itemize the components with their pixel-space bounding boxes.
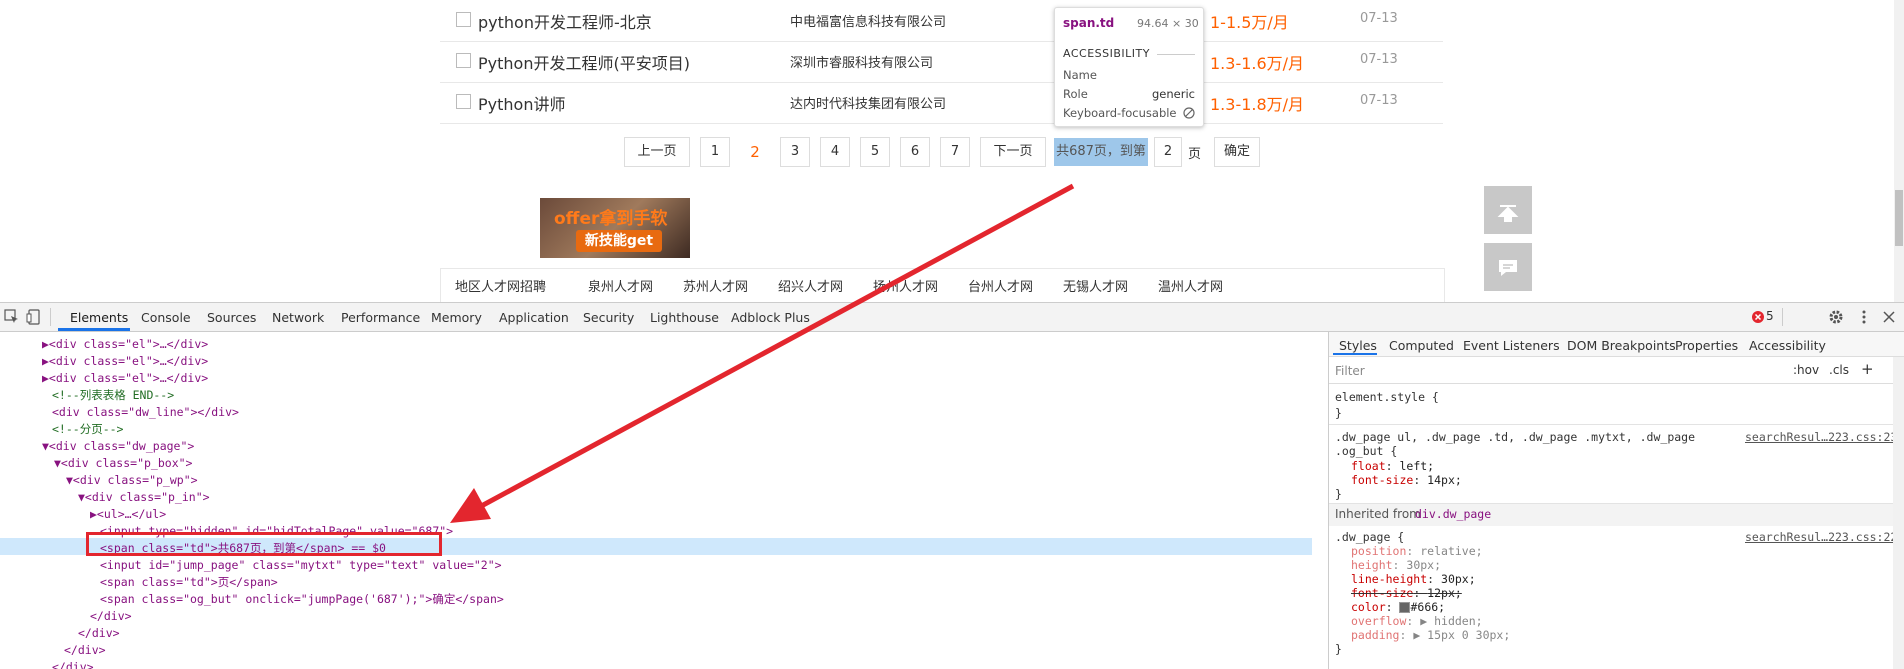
annotation-arrow	[450, 183, 1075, 523]
